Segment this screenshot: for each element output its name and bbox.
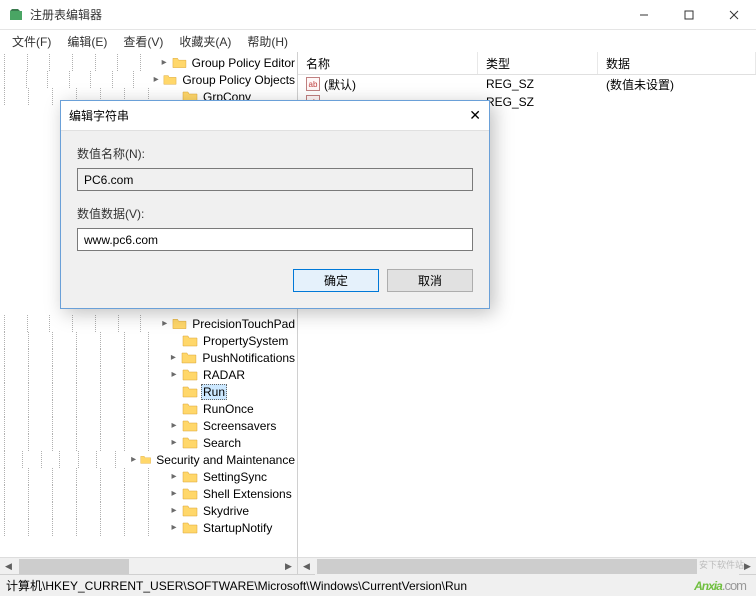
tree-item[interactable]: ▸ SettingSync	[0, 468, 297, 485]
tree-item-label: Security and Maintenance	[154, 453, 297, 467]
expander-icon[interactable]: ▸	[129, 454, 138, 465]
tree-item-label: StartupNotify	[201, 521, 274, 535]
statusbar: 计算机\HKEY_CURRENT_USER\SOFTWARE\Microsoft…	[0, 574, 756, 596]
scroll-left-icon[interactable]: ◀	[298, 558, 315, 575]
tree-item[interactable]: ▸PropertySystem	[0, 332, 297, 349]
tree-item[interactable]: ▸ RADAR	[0, 366, 297, 383]
cell-type: REG_SZ	[478, 95, 598, 109]
scroll-left-icon[interactable]: ◀	[0, 558, 17, 575]
dialog-titlebar[interactable]: 编辑字符串 ✕	[61, 101, 489, 131]
tree-item[interactable]: ▸ PushNotifications	[0, 349, 297, 366]
edit-string-dialog: 编辑字符串 ✕ 数值名称(N): 数值数据(V): 确定 取消	[60, 100, 490, 309]
tree-item-label: PrecisionTouchPad	[190, 317, 297, 331]
tree-item-label: PushNotifications	[200, 351, 297, 365]
expander-icon[interactable]: ▸	[168, 505, 180, 516]
menu-view[interactable]: 查看(V)	[115, 31, 171, 52]
tree-item-label: Search	[201, 436, 243, 450]
status-path: 计算机\HKEY_CURRENT_USER\SOFTWARE\Microsoft…	[6, 577, 467, 594]
dialog-title: 编辑字符串	[69, 107, 451, 124]
cell-type: REG_SZ	[478, 77, 598, 91]
value-data-label: 数值数据(V):	[77, 205, 473, 222]
menu-help[interactable]: 帮助(H)	[239, 31, 296, 52]
tree-item[interactable]: ▸ Security and Maintenance	[0, 451, 297, 468]
expander-icon[interactable]: ▸	[159, 57, 170, 68]
cell-name: (默认)	[324, 76, 356, 93]
cell-data: (数值未设置)	[598, 76, 756, 93]
string-value-icon: ab	[306, 77, 320, 91]
tree-item[interactable]: ▸ Group Policy Editor	[0, 54, 297, 71]
list-hscroll[interactable]: ◀ ▶	[298, 557, 756, 574]
expander-icon[interactable]: ▸	[159, 318, 170, 329]
scroll-right-icon[interactable]: ▶	[739, 558, 756, 575]
expander-icon[interactable]: ▸	[168, 522, 180, 533]
tree-item[interactable]: ▸ Shell Extensions	[0, 485, 297, 502]
maximize-button[interactable]	[666, 0, 711, 30]
expander-icon[interactable]: ▸	[168, 420, 180, 431]
tree-item[interactable]: ▸ PrecisionTouchPad	[0, 315, 297, 332]
col-type[interactable]: 类型	[478, 52, 598, 74]
tree-item-label: RADAR	[201, 368, 247, 382]
cancel-button[interactable]: 取消	[387, 269, 473, 292]
window-titlebar: 注册表编辑器	[0, 0, 756, 30]
scroll-right-icon[interactable]: ▶	[280, 558, 297, 575]
tree-item-label: Shell Extensions	[201, 487, 294, 501]
window-title: 注册表编辑器	[30, 6, 621, 23]
tree-item-label: Run	[201, 384, 227, 400]
tree-item[interactable]: ▸ Screensavers	[0, 417, 297, 434]
value-name-label: 数值名称(N):	[77, 145, 473, 162]
tree-item-label: Skydrive	[201, 504, 251, 518]
menu-edit[interactable]: 编辑(E)	[59, 31, 115, 52]
tree-item-label: Group Policy Objects	[180, 73, 297, 87]
expander-icon[interactable]: ▸	[167, 352, 179, 363]
tree-item[interactable]: ▸ Search	[0, 434, 297, 451]
menu-favorites[interactable]: 收藏夹(A)	[171, 31, 239, 52]
expander-icon[interactable]: ▸	[168, 471, 180, 482]
tree-item-label: Group Policy Editor	[190, 56, 297, 70]
dialog-close-button[interactable]: ✕	[451, 107, 481, 124]
tree-item-label: PropertySystem	[201, 334, 290, 348]
tree-item-label: Screensavers	[201, 419, 278, 433]
tree-item[interactable]: ▸RunOnce	[0, 400, 297, 417]
tree-item-label: SettingSync	[201, 470, 269, 484]
expander-icon[interactable]: ▸	[168, 369, 180, 380]
expander-icon[interactable]: ▸	[151, 74, 161, 85]
list-header: 名称 类型 数据	[298, 52, 756, 75]
tree-item[interactable]: ▸ Skydrive	[0, 502, 297, 519]
col-data[interactable]: 数据	[598, 52, 756, 74]
menubar: 文件(F) 编辑(E) 查看(V) 收藏夹(A) 帮助(H)	[0, 30, 756, 52]
menu-file[interactable]: 文件(F)	[4, 31, 59, 52]
ok-button[interactable]: 确定	[293, 269, 379, 292]
minimize-button[interactable]	[621, 0, 666, 30]
value-data-input[interactable]	[77, 228, 473, 251]
tree-hscroll[interactable]: ◀ ▶	[0, 557, 297, 574]
tree-item[interactable]: ▸ StartupNotify	[0, 519, 297, 536]
list-row[interactable]: ab (默认) REG_SZ(数值未设置)	[298, 75, 756, 93]
expander-icon[interactable]: ▸	[168, 488, 180, 499]
expander-icon[interactable]: ▸	[168, 437, 180, 448]
tree-item[interactable]: ▸Run	[0, 383, 297, 400]
tree-item[interactable]: ▸ Group Policy Objects	[0, 71, 297, 88]
value-name-input[interactable]	[77, 168, 473, 191]
close-button[interactable]	[711, 0, 756, 30]
tree-item-label: RunOnce	[201, 402, 256, 416]
regedit-icon	[8, 7, 24, 23]
col-name[interactable]: 名称	[298, 52, 478, 74]
